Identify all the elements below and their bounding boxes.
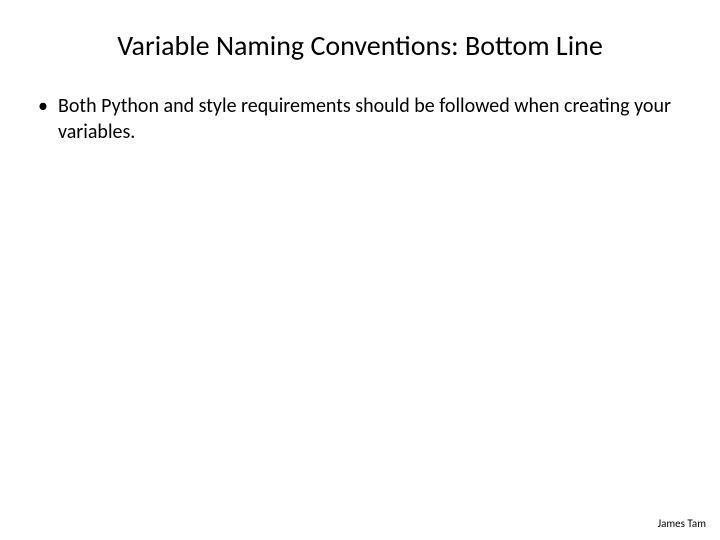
slide-container: Variable Naming Conventions: Bottom Line… bbox=[0, 0, 720, 540]
bullet-item: • Both Python and style requirements sho… bbox=[38, 93, 690, 145]
slide-title: Variable Naming Conventions: Bottom Line bbox=[30, 28, 690, 63]
bullet-text: Both Python and style requirements shoul… bbox=[58, 93, 690, 145]
slide-content: • Both Python and style requirements sho… bbox=[30, 93, 690, 145]
slide-footer: James Tam bbox=[658, 517, 706, 530]
bullet-marker: • bbox=[38, 93, 48, 119]
